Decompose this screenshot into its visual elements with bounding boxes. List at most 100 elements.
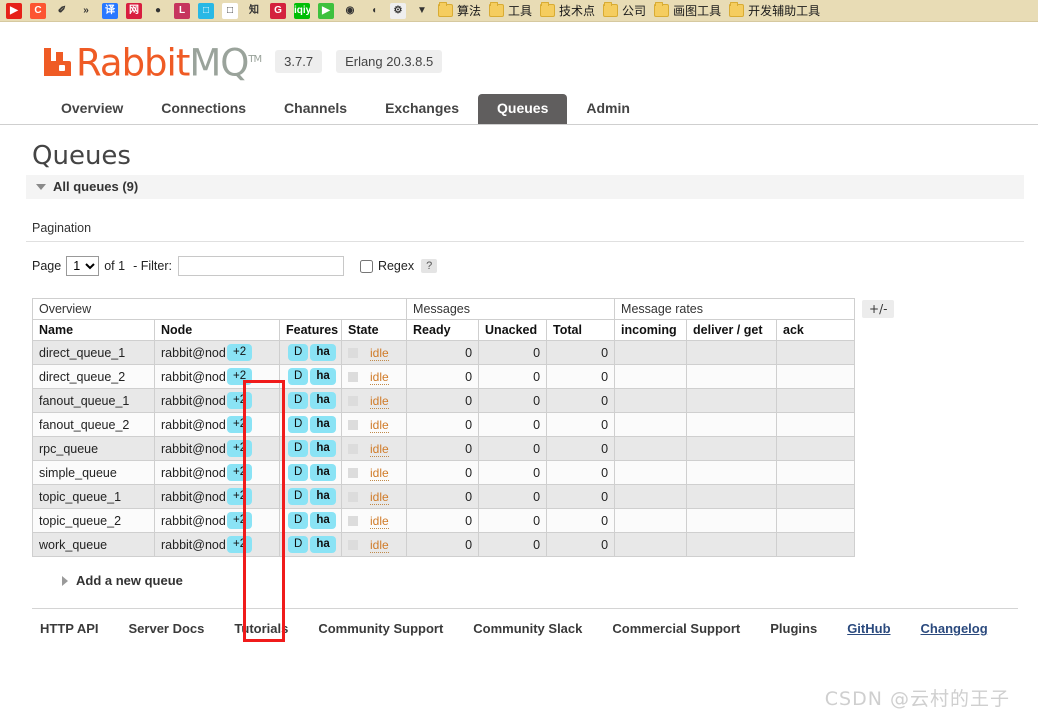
- regex-help-icon[interactable]: ?: [421, 259, 438, 274]
- feature-badge-D[interactable]: D: [288, 392, 309, 410]
- feature-badge-ha[interactable]: ha: [310, 344, 336, 362]
- all-queues-section-toggle[interactable]: All queues (9): [26, 175, 1024, 200]
- node-extra-count-badge[interactable]: +2: [227, 392, 253, 410]
- footer-link-commercial-support[interactable]: Commercial Support: [612, 621, 740, 636]
- table-row[interactable]: fanout_queue_2rabbit@node1+2Dhaidle000: [32, 412, 856, 438]
- bookmark-chevrons-down-icon[interactable]: »: [78, 1, 94, 21]
- queue-name-link[interactable]: topic_queue_1: [32, 484, 155, 510]
- footer-link-http-api[interactable]: HTTP API: [40, 621, 99, 636]
- filter-input[interactable]: [177, 256, 344, 277]
- tab-overview[interactable]: Overview: [42, 94, 142, 124]
- feature-badge-D[interactable]: D: [288, 416, 309, 434]
- queue-name-link[interactable]: direct_queue_1: [32, 340, 155, 366]
- queue-name-link[interactable]: rpc_queue: [32, 436, 155, 462]
- feature-badge-ha[interactable]: ha: [310, 368, 336, 386]
- bookmark-shield-icon[interactable]: ▼: [414, 1, 430, 21]
- node-extra-count-badge[interactable]: +2: [227, 512, 253, 530]
- bookmark-player-icon[interactable]: ▶: [318, 1, 334, 21]
- bookmark-folder-2[interactable]: 技术点: [540, 1, 595, 21]
- footer-link-community-slack[interactable]: Community Slack: [473, 621, 582, 636]
- table-row[interactable]: rpc_queuerabbit@node1+2Dhaidle000: [32, 436, 856, 462]
- add-new-queue-toggle[interactable]: Add a new queue: [62, 573, 1024, 588]
- feature-badge-D[interactable]: D: [288, 512, 309, 530]
- node-extra-count-badge[interactable]: +2: [227, 536, 253, 554]
- bookmark-folder-5[interactable]: 开发辅助工具: [729, 1, 820, 21]
- column-header-incoming[interactable]: incoming: [614, 319, 688, 342]
- bookmark-youtube-icon[interactable]: ▶: [6, 1, 22, 21]
- feature-badge-ha[interactable]: ha: [310, 488, 336, 506]
- table-row[interactable]: topic_queue_2rabbit@node1+2Dhaidle000: [32, 508, 856, 534]
- toggle-columns-button[interactable]: +/-: [862, 300, 895, 319]
- column-header-state[interactable]: State: [340, 319, 408, 342]
- table-row[interactable]: topic_queue_1rabbit@node1+2Dhaidle000: [32, 484, 856, 510]
- column-header-name[interactable]: Name: [32, 319, 155, 342]
- footer-link-tutorials[interactable]: Tutorials: [234, 621, 288, 636]
- footer-link-github[interactable]: GitHub: [847, 621, 890, 636]
- feature-badge-D[interactable]: D: [288, 368, 309, 386]
- bookmark-leetcode-icon[interactable]: L: [174, 1, 190, 21]
- table-row[interactable]: direct_queue_2rabbit@node1+2Dhaidle000: [32, 364, 856, 390]
- node-extra-count-badge[interactable]: +2: [227, 464, 253, 482]
- bookmark-folder-1[interactable]: 工具: [489, 1, 532, 21]
- bookmark-weibo-icon[interactable]: ◉: [342, 1, 358, 21]
- node-extra-count-badge[interactable]: +2: [227, 440, 253, 458]
- regex-checkbox[interactable]: [359, 259, 373, 273]
- column-header-unacked[interactable]: Unacked: [478, 319, 548, 342]
- bookmark-bilibili-icon[interactable]: □: [198, 1, 214, 21]
- feature-badge-ha[interactable]: ha: [310, 392, 336, 410]
- node-extra-count-badge[interactable]: +2: [227, 368, 253, 386]
- footer-link-plugins[interactable]: Plugins: [770, 621, 817, 636]
- queue-name-link[interactable]: fanout_queue_2: [32, 412, 155, 438]
- queue-name-link[interactable]: simple_queue: [32, 460, 155, 486]
- bookmark-red-icon[interactable]: 网: [126, 1, 142, 21]
- queue-name-link[interactable]: fanout_queue_1: [32, 388, 155, 414]
- footer-link-community-support[interactable]: Community Support: [318, 621, 443, 636]
- bookmark-settings-icon[interactable]: ⚙: [390, 1, 406, 21]
- feature-badge-ha[interactable]: ha: [310, 512, 336, 530]
- bookmark-google-g-icon[interactable]: G: [270, 1, 286, 21]
- bookmark-sketch-icon[interactable]: ✐: [54, 1, 70, 21]
- tab-connections[interactable]: Connections: [142, 94, 265, 124]
- node-extra-count-badge[interactable]: +2: [227, 344, 253, 362]
- queue-name-link[interactable]: direct_queue_2: [32, 364, 155, 390]
- bookmark-csdn-icon[interactable]: C: [30, 1, 46, 21]
- feature-badge-ha[interactable]: ha: [310, 440, 336, 458]
- table-row[interactable]: fanout_queue_1rabbit@node1+2Dhaidle000: [32, 388, 856, 414]
- table-row[interactable]: work_queuerabbit@node1+2Dhaidle000: [32, 532, 856, 558]
- footer-link-server-docs[interactable]: Server Docs: [129, 621, 205, 636]
- bookmark-translate-icon[interactable]: 译: [102, 1, 118, 21]
- feature-badge-D[interactable]: D: [288, 464, 309, 482]
- column-header-features[interactable]: Features: [279, 319, 342, 342]
- feature-badge-ha[interactable]: ha: [310, 536, 336, 554]
- feature-badge-ha[interactable]: ha: [310, 464, 336, 482]
- tab-channels[interactable]: Channels: [265, 94, 366, 124]
- bookmark-folder-0[interactable]: 算法: [438, 1, 481, 21]
- bookmark-folder-4[interactable]: 画图工具: [654, 1, 721, 21]
- tab-exchanges[interactable]: Exchanges: [366, 94, 478, 124]
- bookmark-sketch2-icon[interactable]: ◖: [366, 1, 382, 21]
- queue-name-link[interactable]: work_queue: [32, 532, 155, 558]
- column-header-deliver-get[interactable]: deliver / get: [686, 319, 778, 342]
- bookmark-github-icon[interactable]: ●: [150, 1, 166, 21]
- bookmark-iqiyi-icon[interactable]: iqiyi: [294, 1, 310, 21]
- column-header-ack[interactable]: ack: [776, 319, 856, 342]
- bookmark-folder-3[interactable]: 公司: [603, 1, 646, 21]
- tab-queues[interactable]: Queues: [478, 94, 568, 125]
- node-extra-count-badge[interactable]: +2: [227, 488, 253, 506]
- queue-name-link[interactable]: topic_queue_2: [32, 508, 155, 534]
- column-header-node[interactable]: Node: [154, 319, 280, 342]
- table-row[interactable]: simple_queuerabbit@node1+2Dhaidle000: [32, 460, 856, 486]
- bookmark-zhihu-icon[interactable]: 知: [246, 1, 262, 21]
- table-row[interactable]: direct_queue_1rabbit@node1+2Dhaidle000: [32, 340, 856, 366]
- footer-link-changelog[interactable]: Changelog: [921, 621, 988, 636]
- bookmark-document-icon[interactable]: □: [222, 1, 238, 21]
- column-header-total[interactable]: Total: [546, 319, 616, 342]
- feature-badge-D[interactable]: D: [288, 440, 309, 458]
- feature-badge-D[interactable]: D: [288, 536, 309, 554]
- feature-badge-ha[interactable]: ha: [310, 416, 336, 434]
- node-extra-count-badge[interactable]: +2: [227, 416, 253, 434]
- column-header-ready[interactable]: Ready: [406, 319, 480, 342]
- feature-badge-D[interactable]: D: [288, 488, 309, 506]
- page-select[interactable]: 1: [66, 256, 100, 277]
- tab-admin[interactable]: Admin: [567, 94, 649, 124]
